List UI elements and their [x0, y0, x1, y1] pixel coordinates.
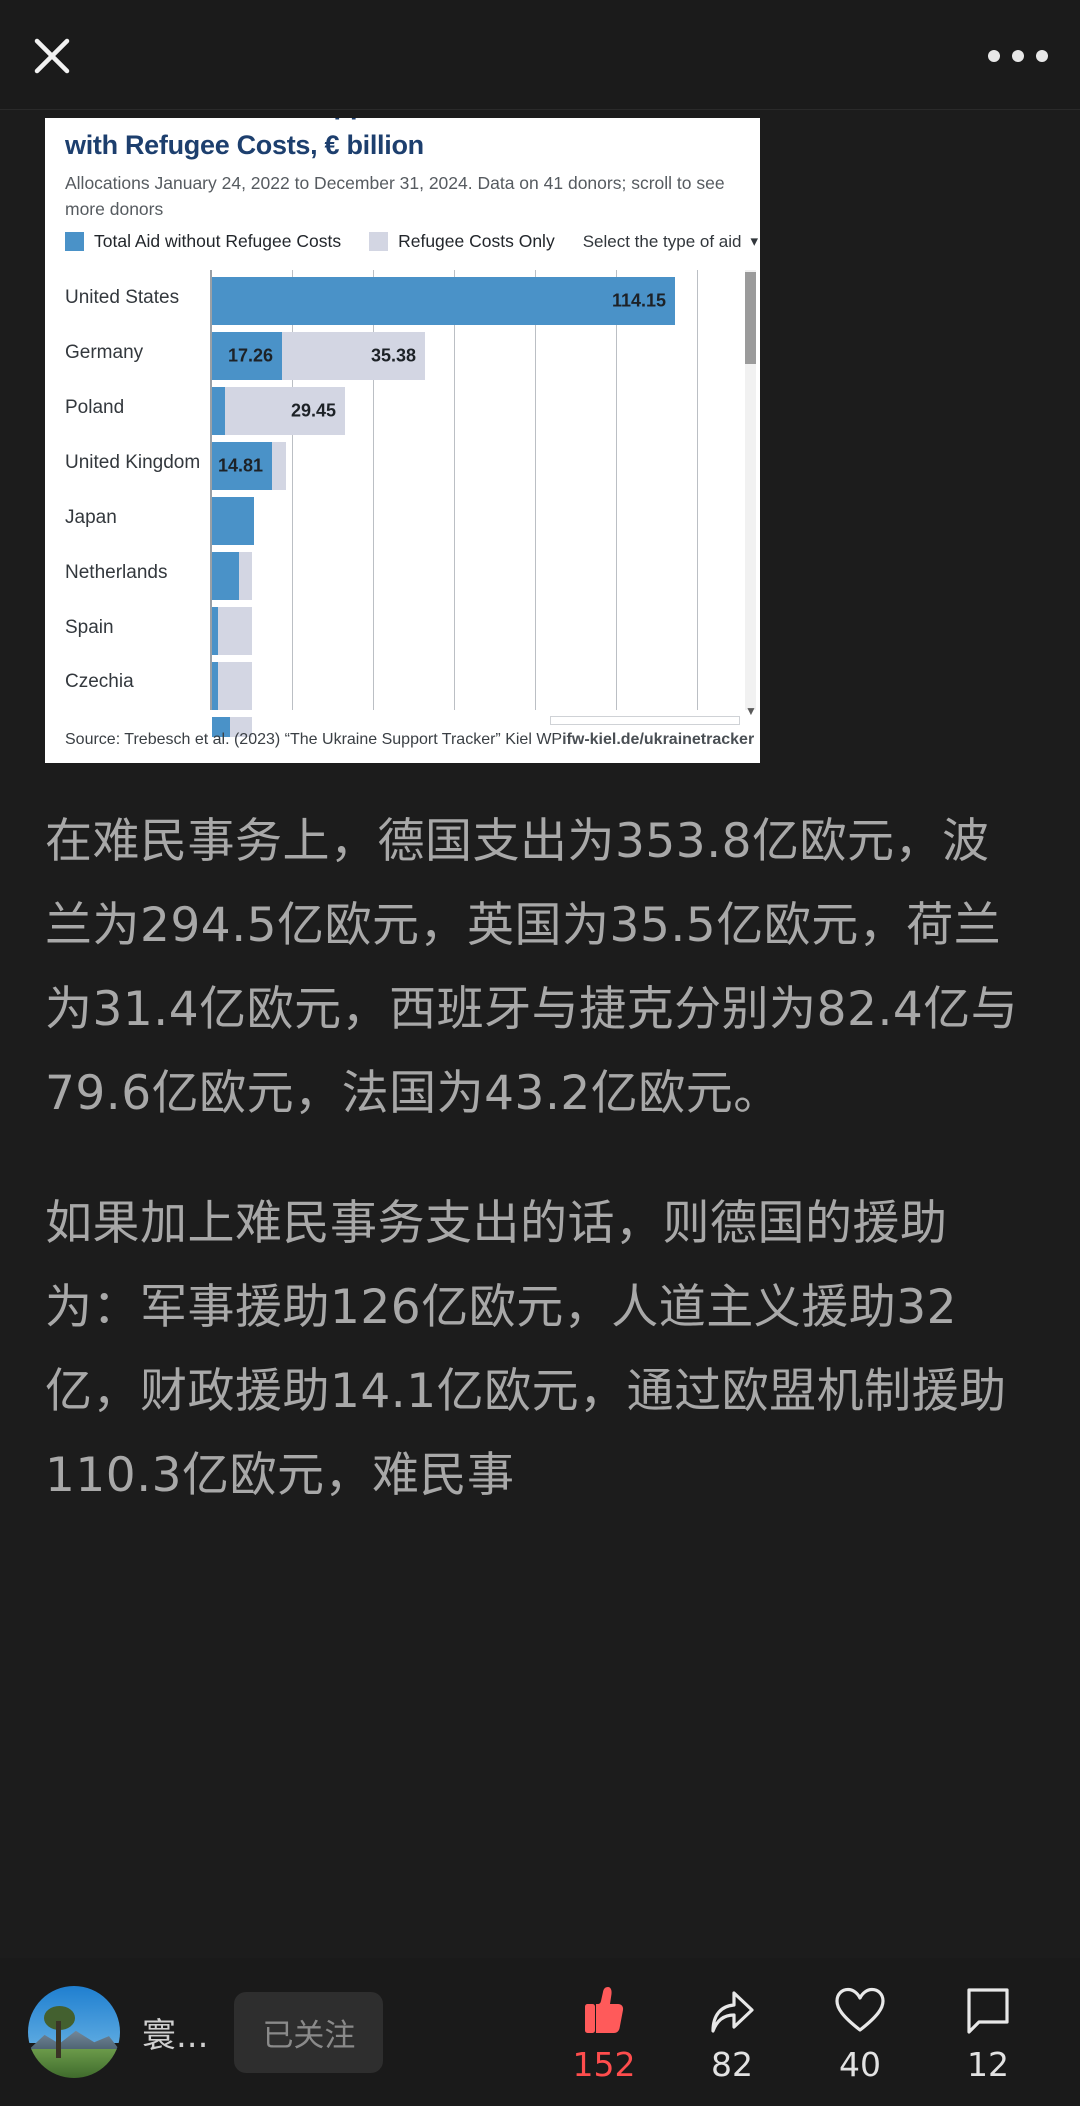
- engagement-actions: 152 82 40 12: [540, 1981, 1052, 2084]
- author-name[interactable]: 寰...: [142, 2008, 208, 2057]
- bar-segment-total-aid[interactable]: [212, 497, 254, 545]
- chart-card[interactable]: Total Bilateral Aid Supplies with Refuge…: [45, 118, 760, 763]
- favorite-count: 40: [839, 2044, 881, 2084]
- category-label: Czechia: [65, 671, 134, 692]
- table-row[interactable]: 114.15: [212, 277, 675, 325]
- app-top-bar: [0, 0, 1080, 110]
- chart-inner: Total Bilateral Aid Supplies with Refuge…: [45, 118, 760, 763]
- category-label: Spain: [65, 617, 114, 638]
- category-label: Germany: [65, 342, 144, 363]
- like-count: 152: [572, 2044, 636, 2084]
- table-row[interactable]: [212, 497, 254, 545]
- gridline: [616, 270, 617, 710]
- chart-legend: Total Aid without Refugee Costs Refugee …: [65, 231, 758, 252]
- gridline: [535, 270, 536, 710]
- chart-plot-area: 114.15 17.26 35.38 29.45 14.81: [210, 270, 725, 737]
- avatar[interactable]: [28, 1986, 120, 2078]
- follow-button[interactable]: 已关注: [234, 1991, 384, 2073]
- article-paragraph: 如果加上难民事务支出的话，则德国的援助为：军事援助126亿欧元，人道主义援助32…: [45, 1196, 1007, 1503]
- legend-item-refugee-costs[interactable]: Refugee Costs Only: [369, 231, 555, 252]
- bar-value-label: 17.26: [227, 345, 273, 366]
- gridline: [454, 270, 455, 710]
- favorite-action[interactable]: 40: [796, 1981, 924, 2084]
- chevron-down-icon: ▾: [750, 233, 759, 250]
- chart-source-footer: Source: Trebesch et al. (2023) “The Ukra…: [65, 731, 754, 749]
- legend-swatch-blue: [65, 232, 84, 251]
- table-row[interactable]: 17.26 35.38: [212, 332, 425, 380]
- chart-horizontal-scrollbar[interactable]: [550, 716, 740, 725]
- bar-segment-refugee-costs[interactable]: [239, 552, 252, 600]
- legend-item-total-aid[interactable]: Total Aid without Refugee Costs: [65, 231, 341, 252]
- bottom-action-bar: 寰... 已关注 152 82 40 12: [0, 1958, 1080, 2106]
- thumbs-up-icon: [581, 1981, 627, 2039]
- more-dot: [988, 50, 1000, 62]
- legend-swatch-grey: [369, 232, 389, 251]
- legend-label-total-aid: Total Aid without Refugee Costs: [94, 231, 342, 251]
- bar-segment-total-aid[interactable]: [212, 387, 225, 435]
- share-action[interactable]: 82: [668, 1981, 796, 2084]
- share-count: 82: [711, 2044, 753, 2084]
- aid-type-dropdown[interactable]: Select the type of aid ▾: [583, 232, 758, 252]
- table-row[interactable]: [212, 607, 252, 655]
- avatar-tree-trunk: [55, 2020, 61, 2058]
- category-label: United States: [65, 287, 180, 308]
- category-label: United Kingdom: [65, 452, 201, 473]
- comment-icon: [965, 1981, 1011, 2039]
- more-dot: [1036, 50, 1048, 62]
- bar-segment-refugee-costs[interactable]: 29.45: [225, 387, 345, 435]
- table-row[interactable]: [212, 552, 252, 600]
- category-label: Japan: [65, 507, 117, 528]
- category-axis-labels: United States Germany Poland United King…: [65, 270, 210, 710]
- category-label: Poland: [65, 397, 125, 418]
- chart-plot: United States Germany Poland United King…: [65, 270, 757, 737]
- bar-segment-refugee-costs[interactable]: [218, 662, 252, 710]
- more-options-icon[interactable]: [988, 44, 1048, 68]
- bar-segment-refugee-costs[interactable]: [218, 607, 252, 655]
- comment-count: 12: [967, 2044, 1009, 2084]
- more-dot: [1012, 50, 1024, 62]
- category-label: Netherlands: [65, 562, 168, 583]
- bar-value-label: 114.15: [611, 290, 666, 311]
- aid-type-dropdown-label: Select the type of aid: [582, 231, 742, 251]
- avatar-grass: [28, 2048, 120, 2078]
- bar-value-label: 35.38: [370, 345, 416, 366]
- chart-source-link[interactable]: ifw-kiel.de/ukrainetracker: [562, 731, 754, 749]
- legend-label-refugee-costs: Refugee Costs Only: [398, 231, 555, 251]
- article-body: 在难民事务上，德国支出为353.8亿欧元，波兰为294.5亿欧元，英国为35.5…: [45, 800, 1035, 1564]
- chart-vertical-scrollbar[interactable]: ▼: [742, 270, 757, 717]
- close-icon[interactable]: [28, 32, 76, 80]
- bar-segment-refugee-costs[interactable]: 35.38: [282, 332, 425, 380]
- table-row[interactable]: 29.45: [212, 387, 345, 435]
- chart-title-line1: Total Bilateral Aid Supplies: [65, 118, 412, 121]
- bar-segment-total-aid[interactable]: 17.26: [212, 332, 282, 380]
- chart-subtitle: Allocations January 24, 2022 to December…: [65, 173, 725, 219]
- comment-action[interactable]: 12: [924, 1981, 1052, 2084]
- bar-value-label: 29.45: [290, 400, 336, 421]
- gridline: [697, 270, 698, 710]
- table-row[interactable]: [212, 662, 252, 710]
- bar-segment-total-aid[interactable]: 14.81: [212, 442, 272, 490]
- table-row[interactable]: 14.81: [212, 442, 286, 490]
- bar-segment-total-aid[interactable]: [212, 552, 239, 600]
- bar-segment-refugee-costs[interactable]: [272, 442, 286, 490]
- bar-segment-total-aid[interactable]: 114.15: [212, 277, 675, 325]
- heart-icon: [834, 1981, 886, 2039]
- chart-source-text: Source: Trebesch et al. (2023) “The Ukra…: [65, 731, 563, 748]
- share-arrow-icon: [707, 1981, 757, 2039]
- bar-value-label: 14.81: [217, 455, 263, 476]
- like-action[interactable]: 152: [540, 1981, 668, 2084]
- article-paragraph: 在难民事务上，德国支出为353.8亿欧元，波兰为294.5亿欧元，英国为35.5…: [45, 814, 1019, 1121]
- scroll-down-arrow-icon[interactable]: ▼: [745, 705, 757, 717]
- chart-title-line2: with Refugee Costs, € billion: [65, 130, 424, 160]
- scrollbar-thumb[interactable]: [745, 272, 756, 364]
